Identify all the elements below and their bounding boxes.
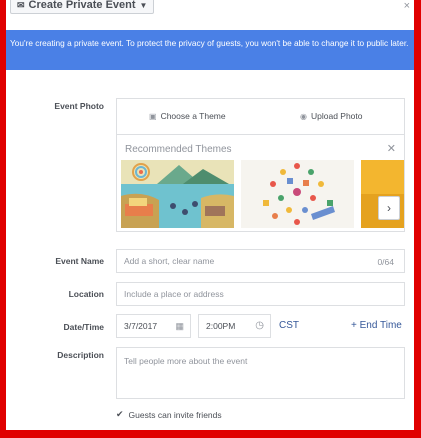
choose-theme-button[interactable]: ▣ Choose a Theme: [149, 111, 226, 121]
time-value: 2:00PM: [206, 321, 236, 331]
location-input[interactable]: Include a place or address: [116, 282, 405, 306]
camera-icon: ◉: [300, 111, 307, 121]
date-input[interactable]: 3/7/2017 ▦: [116, 314, 191, 338]
close-icon[interactable]: ×: [404, 0, 410, 12]
dismiss-themes-icon[interactable]: ✕: [387, 142, 396, 155]
time-input[interactable]: 2:00PM ◷: [198, 314, 271, 338]
name-char-counter: 0/64: [377, 257, 394, 267]
theme-icon: ▣: [149, 111, 157, 121]
location-label: Location: [68, 289, 104, 299]
guests-invite-checkbox[interactable]: ✔ Guests can invite friends: [116, 409, 222, 420]
location-placeholder: Include a place or address: [124, 289, 224, 299]
date-value: 3/7/2017: [124, 321, 158, 331]
event-photo-box: ▣ Choose a Theme ◉ Upload Photo Recommen…: [116, 98, 405, 232]
event-name-placeholder: Add a short, clear name: [124, 256, 215, 266]
event-name-input[interactable]: Add a short, clear name 0/64: [116, 249, 405, 273]
next-themes-button[interactable]: ›: [378, 196, 400, 220]
add-end-time-link[interactable]: + End Time: [351, 320, 402, 331]
recommended-themes-title: Recommended Themes: [125, 144, 232, 155]
description-label: Description: [57, 350, 104, 360]
timezone-link[interactable]: CST: [279, 320, 299, 331]
create-event-dialog: ✉ Create Private Event ▼ × You're creati…: [6, 0, 414, 430]
privacy-notice: You're creating a private event. To prot…: [6, 30, 414, 70]
chevron-right-icon: ›: [387, 201, 391, 215]
datetime-label: Date/Time: [63, 322, 104, 332]
guests-invite-label: Guests can invite friends: [128, 409, 222, 420]
description-textarea[interactable]: Tell people more about the event: [116, 347, 405, 399]
description-placeholder: Tell people more about the event: [124, 356, 248, 366]
dialog-header: ✉ Create Private Event ▼ ×: [6, 0, 414, 24]
clock-icon[interactable]: ◷: [255, 320, 264, 331]
event-name-label: Event Name: [55, 256, 104, 266]
photo-options: ▣ Choose a Theme ◉ Upload Photo: [117, 99, 404, 135]
event-type-label: Create Private Event: [28, 0, 136, 11]
upload-photo-button[interactable]: ◉ Upload Photo: [300, 111, 363, 121]
theme-thumbnail-food[interactable]: [241, 160, 354, 228]
choose-theme-label: Choose a Theme: [160, 111, 226, 121]
calendar-icon[interactable]: ▦: [175, 321, 184, 332]
checkmark-icon: ✔: [116, 409, 124, 419]
event-photo-label: Event Photo: [54, 101, 104, 111]
upload-photo-label: Upload Photo: [310, 111, 363, 121]
envelope-icon: ✉: [17, 0, 25, 10]
theme-thumbnail-lake[interactable]: [121, 160, 234, 228]
event-type-dropdown[interactable]: ✉ Create Private Event ▼: [10, 0, 155, 14]
caret-down-icon: ▼: [139, 0, 148, 10]
